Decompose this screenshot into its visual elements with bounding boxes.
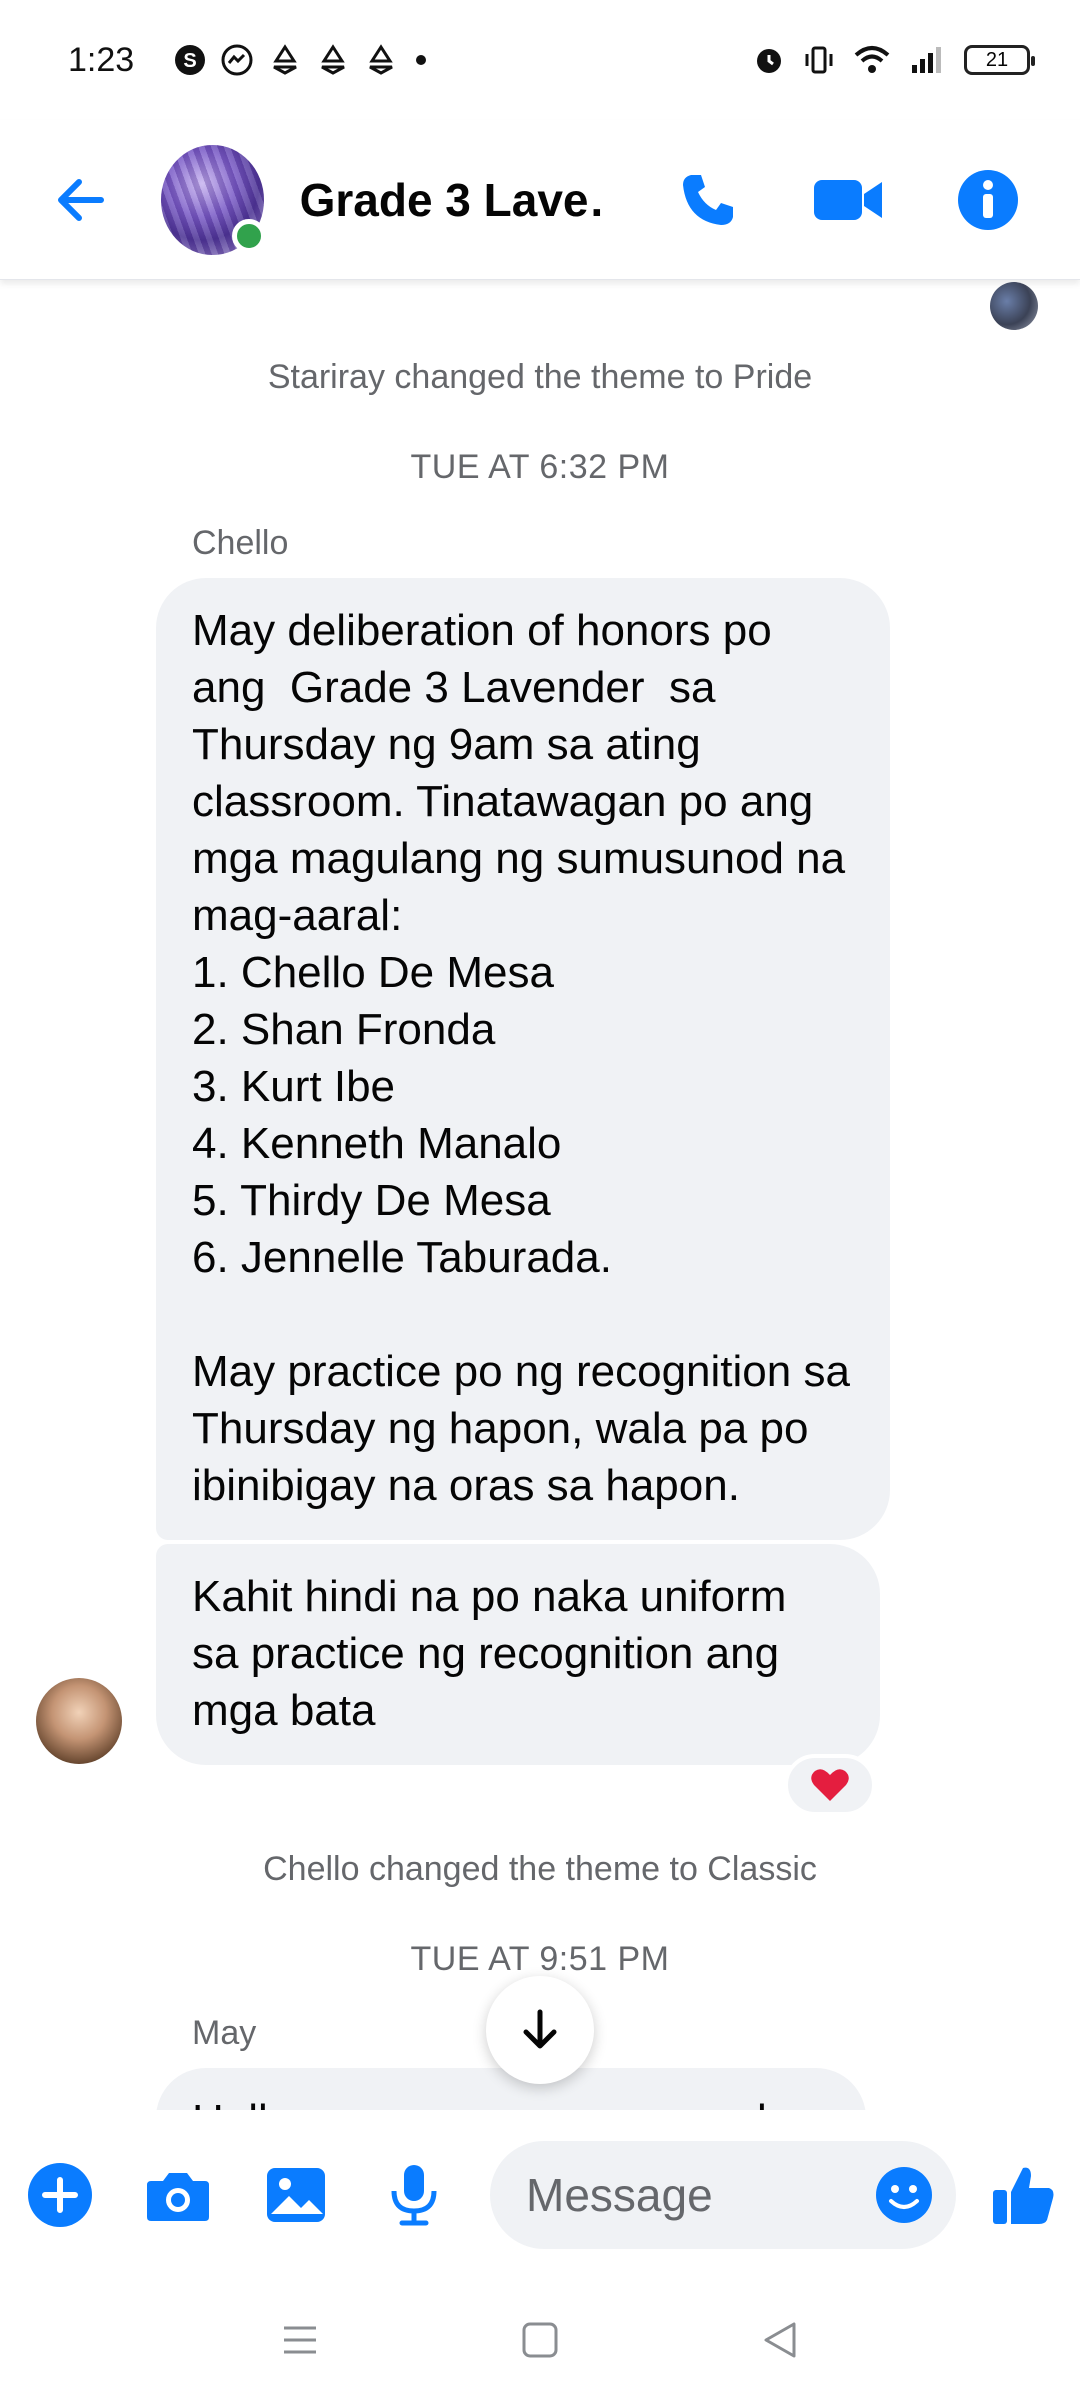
video-camera-icon [814, 179, 882, 220]
battery-icon: 21 [964, 45, 1035, 75]
system-back-button[interactable] [745, 2305, 815, 2375]
smiley-icon [876, 2167, 932, 2223]
timestamp: TUE AT 9:51 PM [410, 1940, 670, 1978]
wifi-icon [854, 46, 890, 73]
sender-name: Chello [192, 524, 289, 562]
camera-button[interactable] [142, 2159, 214, 2231]
triangle-back-icon [764, 2322, 796, 2358]
heart-icon [811, 1769, 849, 1801]
scroll-to-bottom-button[interactable] [486, 1976, 594, 2084]
back-button[interactable] [44, 160, 119, 240]
message-input[interactable] [526, 2168, 866, 2222]
info-icon [958, 169, 1018, 230]
arrow-left-icon [58, 178, 105, 221]
menu-icon [284, 2326, 316, 2354]
chat-title[interactable]: Grade 3 Lave… [300, 173, 608, 227]
square-icon [522, 2322, 558, 2358]
voice-call-button[interactable] [668, 160, 748, 240]
video-call-button[interactable] [808, 160, 888, 240]
phone-icon [683, 174, 733, 225]
vibrate-icon [805, 46, 833, 74]
timestamp: TUE AT 6:32 PM [410, 448, 670, 486]
home-button[interactable] [505, 2305, 575, 2375]
info-button[interactable] [948, 160, 1028, 240]
message-composer [0, 2110, 1080, 2280]
chat-header: Grade 3 Lave… [0, 120, 1080, 280]
microphone-icon [391, 2165, 437, 2226]
dot-icon [416, 55, 427, 65]
emoji-button[interactable] [874, 2165, 934, 2225]
system-message: Stariray changed the theme to Pride [267, 358, 813, 396]
notification-icons: S [174, 43, 430, 77]
svg-text:S: S [184, 50, 197, 72]
message-bubble[interactable]: Kahit hindi na po naka uniform sa practi… [156, 1544, 880, 1765]
status-bar: 1:23 S 21 [0, 0, 1080, 120]
message-thread[interactable]: Stariray changed the theme to Pride TUE … [0, 282, 1080, 2110]
recycle-icon [369, 44, 393, 75]
message-input-container [490, 2141, 956, 2249]
like-button[interactable] [984, 2155, 1064, 2235]
plus-circle-icon [28, 2163, 92, 2227]
sender-name: May [192, 2014, 257, 2052]
alarm-icon [757, 49, 781, 73]
seen-by-avatar [990, 282, 1038, 330]
status-time: 1:23 [68, 40, 135, 79]
group-avatar[interactable] [160, 144, 266, 255]
gallery-button[interactable] [260, 2159, 332, 2231]
messenger-icon [221, 44, 253, 76]
sender-avatar[interactable] [36, 1678, 122, 1764]
recents-button[interactable] [265, 2305, 335, 2375]
arrow-down-icon [523, 2009, 557, 2049]
header-actions [608, 160, 1028, 240]
heart-reaction[interactable] [784, 1754, 876, 1816]
recycle-icon [321, 44, 345, 75]
message-bubble[interactable]: May deliberation of honors po ang Grade … [156, 578, 890, 1540]
thumbs-up-icon [993, 2167, 1054, 2224]
system-message: Chello changed the theme to Classic [263, 1850, 817, 1888]
more-actions-button[interactable] [24, 2159, 96, 2231]
image-icon [267, 2168, 325, 2222]
camera-icon [147, 2173, 209, 2221]
system-navigation-bar [0, 2280, 1080, 2400]
battery-level: 21 [985, 48, 1009, 71]
skype-icon: S [175, 45, 206, 75]
system-icons: 21 [752, 43, 1035, 77]
online-indicator [231, 218, 266, 253]
recycle-icon [273, 44, 297, 75]
signal-icon [912, 47, 941, 73]
voice-message-button[interactable] [378, 2159, 450, 2231]
